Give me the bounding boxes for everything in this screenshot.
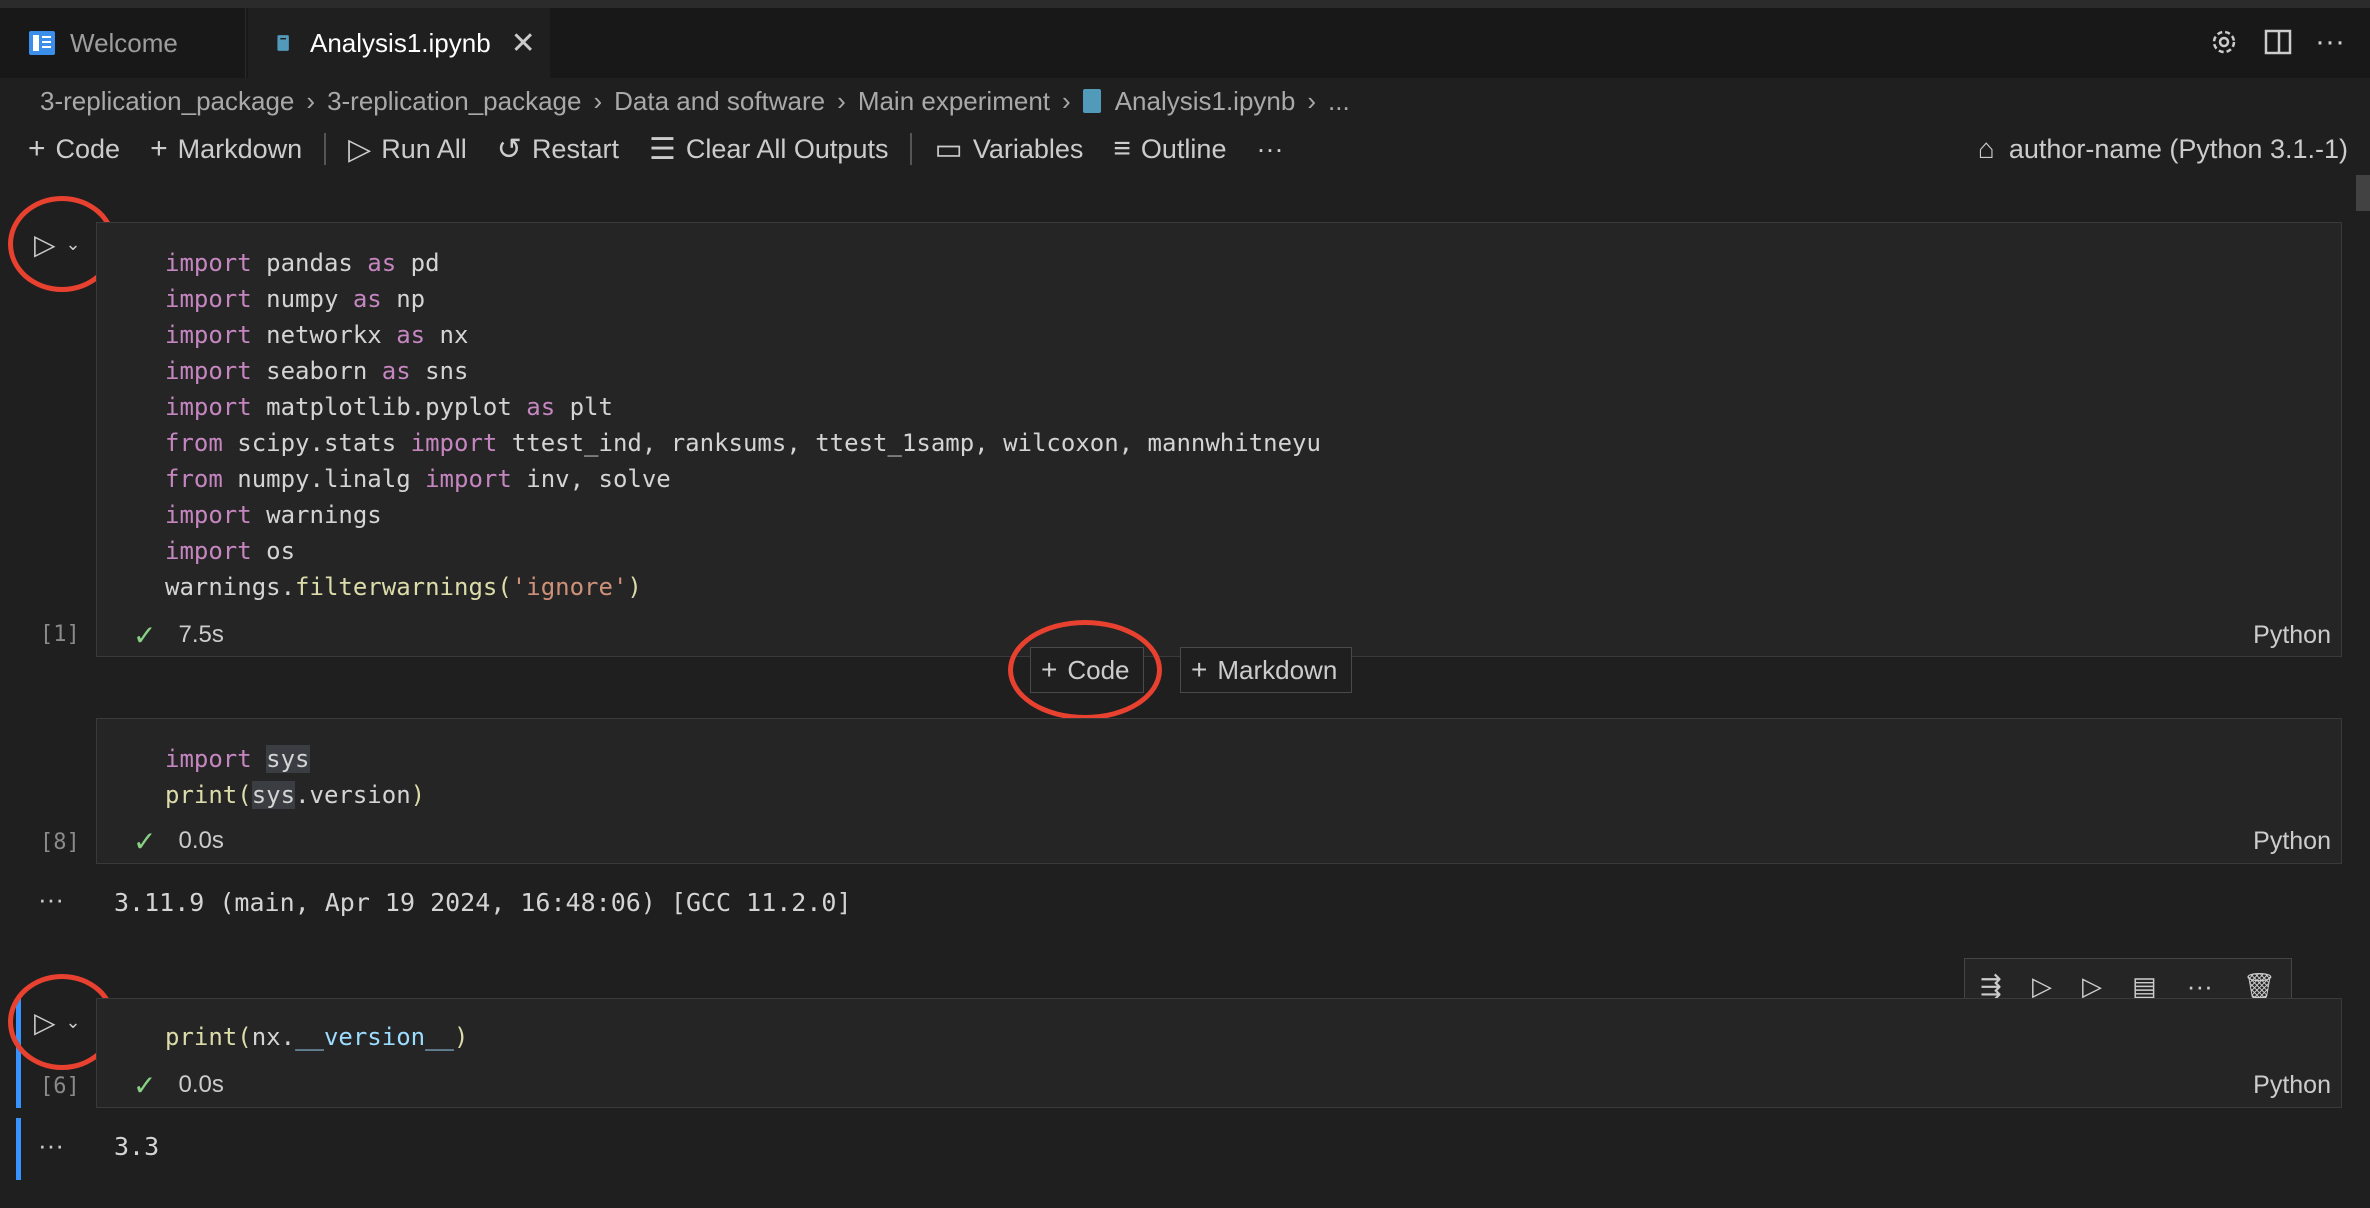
cell-source[interactable]: import sys print(sys.version) — [165, 741, 425, 813]
scrollbar-thumb[interactable] — [2356, 175, 2370, 211]
execution-count: [1] — [40, 622, 80, 647]
breadcrumb-item[interactable]: ... — [1328, 86, 1350, 117]
code-cell[interactable]: import sys print(sys.version) ✓ 0.0s Pyt… — [96, 718, 2342, 864]
chevron-right-icon: › — [1062, 85, 1071, 116]
clear-all-outputs-button[interactable]: ☰ Clear All Outputs — [649, 132, 889, 167]
run-all-icon: ▷ — [348, 132, 372, 166]
cell-source[interactable]: import pandas as pd import numpy as np i… — [165, 245, 1321, 605]
tab-analysis-notebook[interactable]: Analysis1.ipynb ✕ — [248, 8, 550, 78]
restart-label: Restart — [531, 133, 619, 164]
clear-all-icon: ☰ — [648, 132, 676, 166]
add-code-button[interactable]: + Code — [28, 132, 120, 166]
cell-output: 3.11.9 (main, Apr 19 2024, 16:48:06) [GC… — [114, 888, 852, 917]
restart-icon: ↺ — [496, 132, 522, 166]
vscode-welcome-icon — [29, 31, 55, 55]
focused-output-indicator — [16, 1118, 21, 1180]
chevron-right-icon: › — [837, 85, 846, 116]
chevron-right-icon: › — [1307, 85, 1317, 116]
cell-duration: 0.0s — [178, 827, 224, 854]
execute-above-icon[interactable]: ⇶ — [1980, 971, 2002, 1002]
close-icon[interactable]: ✕ — [511, 26, 536, 61]
cell-output: 3.3 — [114, 1132, 160, 1161]
output-actions-icon[interactable]: ··· — [38, 884, 64, 915]
notebook-file-icon — [1082, 89, 1101, 113]
toolbar-more-button[interactable]: ··· — [1256, 134, 1283, 165]
execution-count: [8] — [40, 830, 80, 855]
cell-language[interactable]: Python — [2253, 621, 2331, 650]
run-all-button[interactable]: ▷ Run All — [348, 132, 467, 167]
more-actions-icon[interactable]: ··· — [2310, 22, 2350, 62]
breadcrumb-item[interactable]: Data and software — [614, 86, 825, 117]
breadcrumb-item[interactable]: Main experiment — [858, 86, 1050, 117]
cell-duration: 7.5s — [178, 621, 224, 648]
check-icon: ✓ — [133, 1069, 157, 1101]
cell-status: ✓ 0.0s — [133, 1067, 224, 1103]
kernel-picker[interactable]: ⌂ author-name (Python 3.1.-1) — [1978, 126, 2348, 172]
cell-duration: 0.0s — [178, 1071, 224, 1098]
outline-button[interactable]: ≡ Outline — [1113, 132, 1226, 166]
variables-label: Variables — [972, 133, 1084, 164]
insert-markdown-cell-button[interactable]: + Markdown — [1180, 647, 1352, 693]
outline-label: Outline — [1140, 133, 1227, 164]
breadcrumb-item[interactable]: 3-replication_package — [327, 86, 581, 117]
cell-source[interactable]: print(nx.__version__) — [165, 1019, 468, 1055]
tab-welcome-label: Welcome — [70, 27, 178, 58]
chevron-right-icon: › — [306, 85, 316, 116]
check-icon: ✓ — [133, 825, 157, 857]
notebook-toolbar: + Code + Markdown ▷ Run All ↺ Restart ☰ Clear… — [28, 126, 1313, 172]
chevron-right-icon: › — [593, 85, 603, 116]
toolbar-divider — [910, 133, 913, 165]
trash-icon[interactable]: 🗑 — [2243, 971, 2276, 1002]
run-all-label: Run All — [381, 133, 467, 164]
breadcrumb-item[interactable]: Analysis1.ipynb — [1115, 86, 1296, 117]
code-cell[interactable]: print(nx.__version__) ✓ 0.0s Python — [96, 998, 2342, 1108]
run-below-icon[interactable]: ▷ — [2082, 971, 2102, 1002]
toolbar-divider — [324, 133, 327, 165]
outline-icon: ≡ — [1113, 132, 1131, 165]
tab-bar: Welcome Analysis1.ipynb ✕ ··· — [0, 8, 2370, 78]
add-code-label: Code — [55, 133, 121, 164]
window-top-edge — [0, 0, 2370, 8]
cell-status: ✓ 7.5s — [133, 617, 224, 653]
check-icon: ✓ — [133, 619, 157, 651]
add-markdown-label: Markdown — [177, 133, 303, 164]
clear-all-outputs-label: Clear All Outputs — [685, 133, 889, 164]
split-cell-icon[interactable]: ▤ — [2132, 971, 2157, 1002]
breadcrumb-item[interactable]: 3-replication_package — [40, 86, 294, 117]
more-actions-icon[interactable]: ··· — [2187, 971, 2213, 1002]
insert-markdown-label: Markdown — [1217, 654, 1338, 685]
cell-language[interactable]: Python — [2253, 1071, 2331, 1100]
add-markdown-button[interactable]: + Markdown — [150, 132, 302, 166]
notebook-file-icon — [277, 35, 289, 51]
split-editor-icon[interactable] — [2258, 22, 2298, 62]
code-cell[interactable]: import pandas as pd import numpy as np i… — [96, 222, 2342, 657]
cell-language[interactable]: Python — [2253, 827, 2331, 856]
kernel-icon: ⌂ — [1977, 133, 1995, 164]
highlight-circle — [1008, 620, 1162, 720]
tab-analysis-label: Analysis1.ipynb — [310, 27, 491, 58]
kernel-label: author-name (Python 3.1.-1) — [2008, 133, 2348, 164]
variables-button[interactable]: ▭ Variables — [934, 132, 1083, 167]
plus-icon: + — [28, 132, 46, 165]
more-icon: ··· — [1256, 133, 1284, 164]
tab-welcome[interactable]: Welcome — [8, 8, 246, 78]
restart-button[interactable]: ↺ Restart — [497, 132, 619, 167]
plus-icon: + — [150, 132, 168, 165]
gear-icon[interactable] — [2204, 22, 2244, 62]
variables-icon: ▭ — [934, 132, 963, 166]
cell-status: ✓ 0.0s — [133, 823, 224, 859]
plus-icon: + — [1191, 654, 1208, 685]
output-actions-icon[interactable]: ··· — [38, 1130, 64, 1161]
run-above-icon[interactable]: ▷ — [2032, 971, 2052, 1002]
execution-count: [6] — [40, 1074, 80, 1099]
breadcrumb: 3-replication_package › 3-replication_pa… — [40, 78, 1350, 124]
